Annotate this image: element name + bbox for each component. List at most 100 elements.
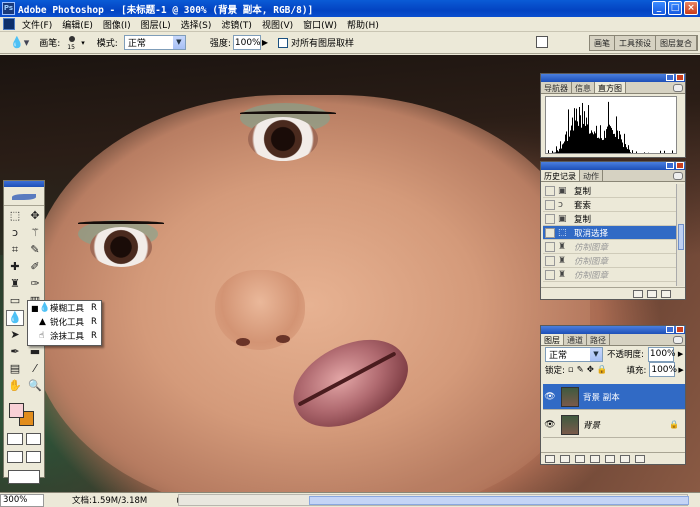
zoom-tool-icon[interactable]: 🔍 xyxy=(26,378,44,394)
jump-to-imageready-button[interactable] xyxy=(8,470,40,484)
pen-tool-icon[interactable]: ✒ xyxy=(6,344,24,360)
history-item[interactable]: ↄ 套索 xyxy=(543,198,677,212)
trash-icon[interactable] xyxy=(635,454,645,463)
layer-row[interactable]: 👁 背景 🔒 xyxy=(543,412,685,438)
marquee-tool-icon[interactable]: ⬚ xyxy=(6,208,24,224)
visibility-eye-icon[interactable]: 👁 xyxy=(543,420,557,430)
zoom-field[interactable]: 300% xyxy=(0,493,44,507)
tab-layers[interactable]: 图层 xyxy=(541,334,564,345)
tab-history[interactable]: 历史记录 xyxy=(541,170,580,181)
maximize-button[interactable]: □ xyxy=(668,1,682,15)
file-browser-icon[interactable] xyxy=(536,36,548,48)
brush-preset-picker[interactable]: 15 xyxy=(63,34,81,52)
layer-row[interactable]: 👁 背景 副本 xyxy=(543,384,685,410)
menu-layer[interactable]: 图层(L) xyxy=(136,18,176,31)
new-snapshot-icon[interactable] xyxy=(647,289,657,298)
minimize-panel-button[interactable] xyxy=(666,74,674,81)
clone-stamp-tool-icon[interactable]: ♜ xyxy=(6,276,24,292)
flyout-item-smudge[interactable]: ☝ 涂抹工具 R xyxy=(28,329,101,343)
tool-preset-picker[interactable]: 💧▾ xyxy=(10,36,29,49)
adjustment-layer-icon[interactable] xyxy=(590,454,600,463)
menu-help[interactable]: 帮助(H) xyxy=(342,18,384,31)
tab-channels[interactable]: 通道 xyxy=(564,334,587,345)
lock-position-icon[interactable]: ✥ xyxy=(587,365,594,375)
menu-select[interactable]: 选择(S) xyxy=(176,18,217,31)
brush-dropdown-icon[interactable]: ▾ xyxy=(81,39,85,47)
brush-tool-icon[interactable]: ✐ xyxy=(26,259,44,275)
eraser-tool-icon[interactable]: ▭ xyxy=(6,293,24,309)
history-item[interactable]: ♜ 仿制图章 xyxy=(543,240,677,254)
panel-titlebar[interactable] xyxy=(541,326,685,334)
document-icon[interactable] xyxy=(3,18,15,30)
trash-icon[interactable] xyxy=(661,289,671,298)
lock-pixels-icon[interactable]: ✎ xyxy=(577,365,584,375)
well-tab-brushes[interactable]: 画笔 xyxy=(590,36,615,50)
close-panel-button[interactable] xyxy=(676,162,684,169)
standard-screen-mode-button[interactable] xyxy=(7,451,23,463)
path-selection-tool-icon[interactable]: ➤ xyxy=(6,327,24,343)
well-tab-layer-comps[interactable]: 图层复合 xyxy=(656,36,697,50)
add-mask-icon[interactable] xyxy=(575,454,585,463)
link-layers-icon[interactable] xyxy=(545,454,555,463)
photoshop-app-icon[interactable]: Ps xyxy=(2,2,15,15)
sample-all-layers-checkbox[interactable] xyxy=(278,37,289,48)
blur-tool-icon[interactable]: 💧 xyxy=(6,310,24,326)
strength-slider-icon[interactable]: ▶ xyxy=(262,38,268,47)
horizontal-scrollbar[interactable] xyxy=(178,494,689,506)
crop-tool-icon[interactable]: ⌗ xyxy=(6,242,24,258)
fill-field[interactable]: 100% xyxy=(649,362,677,377)
tab-info[interactable]: 信息 xyxy=(572,82,595,93)
new-group-icon[interactable] xyxy=(605,454,615,463)
foreground-color-swatch[interactable] xyxy=(9,403,24,418)
history-brush-source-box[interactable] xyxy=(545,227,555,238)
tab-histogram[interactable]: 直方图 xyxy=(595,82,626,93)
standard-mode-button[interactable] xyxy=(7,433,23,445)
magic-wand-tool-icon[interactable]: ⚚ xyxy=(26,225,44,241)
menu-file[interactable]: 文件(F) xyxy=(17,18,57,31)
history-brush-source-box[interactable] xyxy=(545,185,555,196)
notes-tool-icon[interactable]: ▤ xyxy=(6,361,24,377)
minimize-panel-button[interactable] xyxy=(666,326,674,333)
full-screen-menu-mode-button[interactable] xyxy=(25,451,41,463)
tab-actions[interactable]: 动作 xyxy=(580,170,603,181)
flyout-item-blur[interactable]: ■ 💧 模糊工具 R xyxy=(28,301,101,315)
new-document-from-state-icon[interactable] xyxy=(633,289,643,298)
menu-edit[interactable]: 编辑(E) xyxy=(57,18,98,31)
tab-navigator[interactable]: 导航器 xyxy=(541,82,572,93)
scroll-thumb[interactable] xyxy=(678,224,684,250)
history-brush-source-box[interactable] xyxy=(545,269,555,280)
panel-menu-button[interactable] xyxy=(673,84,683,92)
lasso-tool-icon[interactable]: ↄ xyxy=(6,225,24,241)
lock-transparency-icon[interactable]: ▫ xyxy=(568,365,574,375)
minimize-button[interactable]: _ xyxy=(652,1,666,15)
history-brush-source-box[interactable] xyxy=(545,199,555,210)
healing-brush-tool-icon[interactable]: ✚ xyxy=(6,259,24,275)
panel-menu-button[interactable] xyxy=(673,172,683,180)
new-layer-icon[interactable] xyxy=(620,454,630,463)
visibility-eye-icon[interactable]: 👁 xyxy=(543,392,557,402)
close-panel-button[interactable] xyxy=(676,74,684,81)
well-tab-tool-presets[interactable]: 工具预设 xyxy=(615,36,656,50)
history-brush-tool-icon[interactable]: ✑ xyxy=(26,276,44,292)
history-item[interactable]: ♜ 仿制图章 xyxy=(543,268,677,282)
panel-titlebar[interactable] xyxy=(541,74,685,82)
history-scrollbar[interactable] xyxy=(676,184,684,286)
adobe-online-icon[interactable] xyxy=(4,187,44,206)
tab-paths[interactable]: 路径 xyxy=(587,334,610,345)
slice-tool-icon[interactable]: ✎ xyxy=(26,242,44,258)
shape-tool-icon[interactable]: ▬ xyxy=(26,344,44,360)
quick-mask-mode-button[interactable] xyxy=(25,433,41,445)
panel-menu-button[interactable] xyxy=(673,336,683,344)
blend-mode-select[interactable]: 正常 ▼ xyxy=(545,346,603,362)
history-brush-source-box[interactable] xyxy=(545,241,555,252)
mode-select[interactable]: 正常 ▼ xyxy=(123,35,186,50)
scroll-thumb[interactable] xyxy=(309,496,689,505)
history-item[interactable]: ⬚ 取消选择 xyxy=(543,226,677,240)
hand-tool-icon[interactable]: ✋ xyxy=(6,378,24,394)
menu-image[interactable]: 图像(I) xyxy=(98,18,136,31)
panel-titlebar[interactable] xyxy=(541,162,685,170)
close-button[interactable]: × xyxy=(684,1,698,15)
close-panel-button[interactable] xyxy=(676,326,684,333)
opacity-field[interactable]: 100% xyxy=(647,346,676,362)
minimize-panel-button[interactable] xyxy=(666,162,674,169)
